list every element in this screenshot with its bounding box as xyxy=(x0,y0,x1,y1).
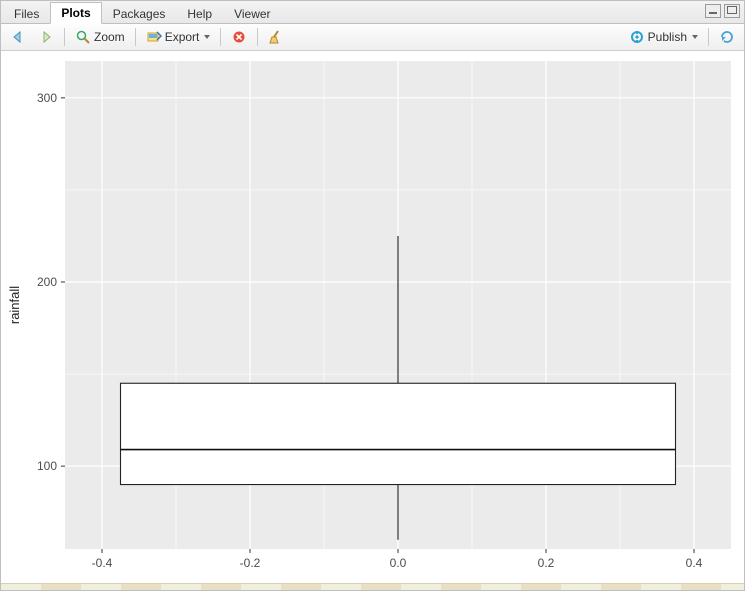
tab-files[interactable]: Files xyxy=(3,3,50,24)
svg-text:0.2: 0.2 xyxy=(538,556,555,570)
publish-label: Publish xyxy=(648,30,687,44)
publish-icon xyxy=(629,29,645,45)
boxplot-chart: -0.4 -0.2 0.0 0.2 0.4 100 200 300 rainfall xyxy=(1,51,744,583)
zoom-button[interactable]: Zoom xyxy=(70,26,130,48)
next-plot-button[interactable] xyxy=(33,26,59,48)
arrow-right-icon xyxy=(38,29,54,45)
svg-text:rainfall: rainfall xyxy=(7,286,22,324)
svg-text:300: 300 xyxy=(37,91,57,105)
delete-icon xyxy=(231,29,247,45)
tab-plots[interactable]: Plots xyxy=(50,2,101,24)
svg-text:-0.2: -0.2 xyxy=(240,556,261,570)
plot-area: -0.4 -0.2 0.0 0.2 0.4 100 200 300 rainfall xyxy=(1,51,744,583)
svg-text:0.4: 0.4 xyxy=(686,556,703,570)
zoom-label: Zoom xyxy=(94,30,125,44)
svg-text:0.0: 0.0 xyxy=(390,556,407,570)
svg-text:200: 200 xyxy=(37,275,57,289)
separator xyxy=(135,28,136,46)
tab-packages[interactable]: Packages xyxy=(102,3,177,24)
refresh-button[interactable] xyxy=(714,26,740,48)
publish-button[interactable]: Publish xyxy=(624,26,703,48)
export-button[interactable]: Export xyxy=(141,26,216,48)
tab-help[interactable]: Help xyxy=(176,3,223,24)
separator xyxy=(220,28,221,46)
svg-text:-0.4: -0.4 xyxy=(92,556,113,570)
arrow-left-icon xyxy=(10,29,26,45)
svg-text:100: 100 xyxy=(37,459,57,473)
pane-window-buttons xyxy=(705,4,740,18)
plots-pane: Files Plots Packages Help Viewer Zoo xyxy=(0,0,745,591)
separator xyxy=(708,28,709,46)
pane-tabbar: Files Plots Packages Help Viewer xyxy=(1,1,744,24)
status-strip xyxy=(1,583,744,590)
chevron-down-icon xyxy=(204,35,210,39)
refresh-icon xyxy=(719,29,735,45)
clear-all-button[interactable] xyxy=(263,26,289,48)
separator xyxy=(257,28,258,46)
broom-icon xyxy=(268,29,284,45)
magnifier-icon xyxy=(75,29,91,45)
prev-plot-button[interactable] xyxy=(5,26,31,48)
export-label: Export xyxy=(165,30,200,44)
export-icon xyxy=(146,29,162,45)
pane-maximize-button[interactable] xyxy=(724,4,740,18)
chevron-down-icon xyxy=(692,35,698,39)
plots-toolbar: Zoom Export xyxy=(1,24,744,51)
remove-plot-button[interactable] xyxy=(226,26,252,48)
tab-viewer[interactable]: Viewer xyxy=(223,3,281,24)
pane-minimize-button[interactable] xyxy=(705,4,721,18)
separator xyxy=(64,28,65,46)
